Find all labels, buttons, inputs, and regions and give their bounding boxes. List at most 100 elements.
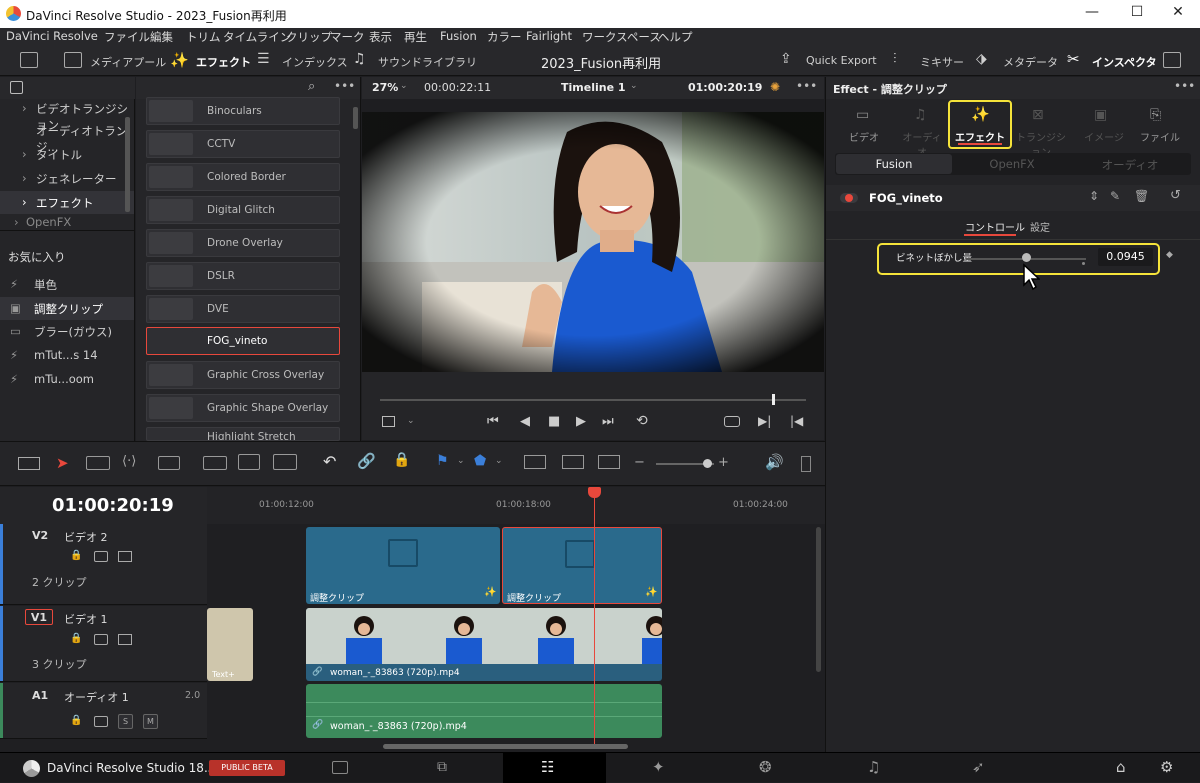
zoom-level[interactable]: 27% (372, 81, 398, 94)
favorite-item[interactable]: ⚡ mTut...s 14 (0, 344, 134, 367)
sound-library-button[interactable]: サウンドライブラリ (378, 54, 477, 70)
flag-icon[interactable]: ⚑ (436, 453, 449, 469)
menu-color[interactable]: カラー (487, 29, 522, 45)
track-header-v2[interactable]: V2 ビデオ 2 🔒 2 クリップ (0, 524, 207, 605)
library-scrollbar[interactable] (125, 117, 130, 212)
fullscreen-icon[interactable] (1163, 52, 1181, 68)
effect-item-digital-glitch[interactable]: Digital Glitch (146, 196, 340, 224)
scrubber-playhead[interactable] (772, 394, 775, 405)
more-options-icon[interactable]: ••• (796, 79, 817, 93)
chevron-down-icon[interactable]: ⌄ (407, 416, 415, 426)
next-edit-icon[interactable]: ▶| (758, 414, 771, 428)
prev-edit-icon[interactable]: |◀ (790, 414, 803, 428)
edit-page-icon[interactable]: ☷ (541, 758, 554, 776)
timeline-v-scrollbar[interactable] (816, 527, 821, 672)
effect-item-graphic-cross-overlay[interactable]: Graphic Cross Overlay (146, 361, 340, 389)
index-button[interactable]: インデックス (282, 54, 348, 70)
media-pool-button[interactable]: メディアプール (90, 54, 166, 70)
effect-item-colored-border[interactable]: Colored Border (146, 163, 340, 191)
adjustment-clip[interactable]: 調整クリップ ✨ (306, 527, 500, 604)
zoom-full-icon[interactable] (524, 455, 546, 469)
chevron-down-icon[interactable]: ⌄ (457, 456, 465, 466)
tab-effects[interactable]: エフェクト (954, 129, 1006, 144)
adjustment-clip-selected[interactable]: 調整クリップ ✨ (502, 527, 662, 604)
video-viewer[interactable] (362, 112, 824, 372)
zoom-detail-icon[interactable] (562, 455, 584, 469)
text-plus-clip[interactable]: Text+ (207, 608, 253, 681)
favorite-item-selected[interactable]: ▣ 調整クリップ (0, 297, 134, 320)
menu-edit[interactable]: 編集 (150, 29, 173, 45)
tab-video[interactable]: ビデオ (844, 129, 884, 144)
auto-select-icon[interactable] (94, 634, 108, 645)
playhead-handle[interactable] (588, 487, 601, 498)
maximize-button[interactable]: ☐ (1127, 4, 1147, 24)
more-options-icon[interactable]: ••• (1174, 79, 1195, 93)
stop-icon[interactable]: ■ (548, 414, 560, 429)
go-to-end-icon[interactable]: ⏭ (602, 414, 614, 429)
favorite-item[interactable]: ⚡ 単色 (0, 273, 134, 296)
volume-icon[interactable]: 🔊 (765, 453, 784, 471)
go-to-start-icon[interactable]: ⏮ (487, 414, 499, 429)
tab-file[interactable]: ファイル (1138, 129, 1182, 144)
keyframe-diamond-icon[interactable]: ◆ (1166, 250, 1173, 260)
track-name[interactable]: ビデオ 2 (64, 529, 108, 545)
chevron-down-icon[interactable]: ⌄ (630, 81, 638, 91)
timeline-name[interactable]: Timeline 1 (561, 81, 626, 94)
video-clip[interactable]: 🔗 woman_-_83863 (720p).mp4 (306, 608, 662, 681)
zoom-out-icon[interactable]: − (634, 455, 645, 470)
deliver-page-icon[interactable]: ➶ (972, 758, 985, 776)
chevron-down-icon[interactable]: ⌄ (400, 81, 408, 91)
fusion-page-icon[interactable]: ✦ (652, 758, 665, 776)
audio-clip[interactable]: 🔗 woman_-_83863 (720p).mp4 (306, 684, 662, 738)
edit-page-tab-active[interactable] (503, 753, 606, 783)
menu-workspace[interactable]: ワークスペース (582, 29, 661, 45)
audio-meter-icon[interactable] (801, 456, 811, 472)
close-button[interactable]: ✕ (1168, 4, 1188, 24)
color-page-icon[interactable]: ❂ (759, 758, 772, 776)
scrubber-track[interactable] (380, 399, 806, 401)
track-header-a1[interactable]: A1 オーディオ 1 2.0 🔒 S M (0, 683, 207, 739)
menu-clip[interactable]: クリップ (286, 29, 332, 45)
menu-fairlight[interactable]: Fairlight (526, 29, 572, 43)
dynamic-trim-icon[interactable]: ⟨·⟩ (122, 454, 136, 469)
cut-page-icon[interactable]: ⧉ (437, 759, 447, 775)
video-tab-icon[interactable]: ▭ (856, 107, 869, 123)
track-name[interactable]: オーディオ 1 (64, 689, 129, 705)
quick-export-button[interactable]: Quick Export (806, 54, 877, 67)
delete-icon[interactable]: 🗑 (1134, 189, 1149, 203)
track-id-destination[interactable]: V1 (25, 609, 53, 625)
lock-icon[interactable]: 🔒 (70, 715, 82, 726)
mixer-icon[interactable]: ⫶ (893, 51, 897, 67)
track-name[interactable]: ビデオ 1 (64, 611, 108, 627)
library-item-generators[interactable]: › ジェネレーター (0, 167, 134, 190)
overwrite-clip-icon[interactable] (238, 454, 260, 470)
color-wheel-icon[interactable]: ✺ (770, 80, 780, 94)
library-item-openfx[interactable]: › OpenFX (0, 214, 134, 228)
inspector-button[interactable]: インスペクタ (1092, 54, 1157, 70)
favorite-item[interactable]: ▭ ブラー(ガウス) (0, 320, 134, 343)
menu-file[interactable]: ファイル (104, 29, 150, 45)
menu-view[interactable]: 表示 (369, 29, 392, 45)
fairlight-page-icon[interactable]: ♫ (867, 758, 880, 776)
effect-item-cctv[interactable]: CCTV (146, 130, 340, 158)
sidebar-toggle-icon[interactable] (10, 81, 23, 94)
selection-tool-icon[interactable]: ➤ (56, 454, 69, 472)
effects-wand-icon[interactable]: ✨ (170, 51, 189, 69)
effects-button[interactable]: エフェクト (196, 54, 251, 70)
loop-icon[interactable]: ⟲ (636, 413, 648, 429)
mute-button[interactable]: M (143, 714, 158, 729)
menu-fusion[interactable]: Fusion (440, 29, 477, 43)
auto-select-icon[interactable] (94, 716, 108, 727)
media-page-icon[interactable] (332, 761, 348, 774)
replace-clip-icon[interactable] (273, 454, 297, 470)
timeline-ruler[interactable]: 01:00:12:00 01:00:18:00 01:00:24:00 (207, 487, 825, 524)
metadata-button[interactable]: メタデータ (1003, 54, 1058, 70)
sound-library-icon[interactable]: ♫ (353, 51, 366, 67)
marker-icon[interactable]: ⬟ (474, 453, 486, 469)
lock-icon[interactable]: 🔒 (70, 550, 82, 561)
blade-tool-icon[interactable] (158, 456, 180, 470)
linked-selection-icon[interactable]: 🔗 (357, 452, 376, 470)
position-lock-icon[interactable]: 🔒 (393, 452, 410, 468)
trim-tool-icon[interactable] (86, 456, 110, 470)
zoom-custom-icon[interactable] (598, 455, 620, 469)
